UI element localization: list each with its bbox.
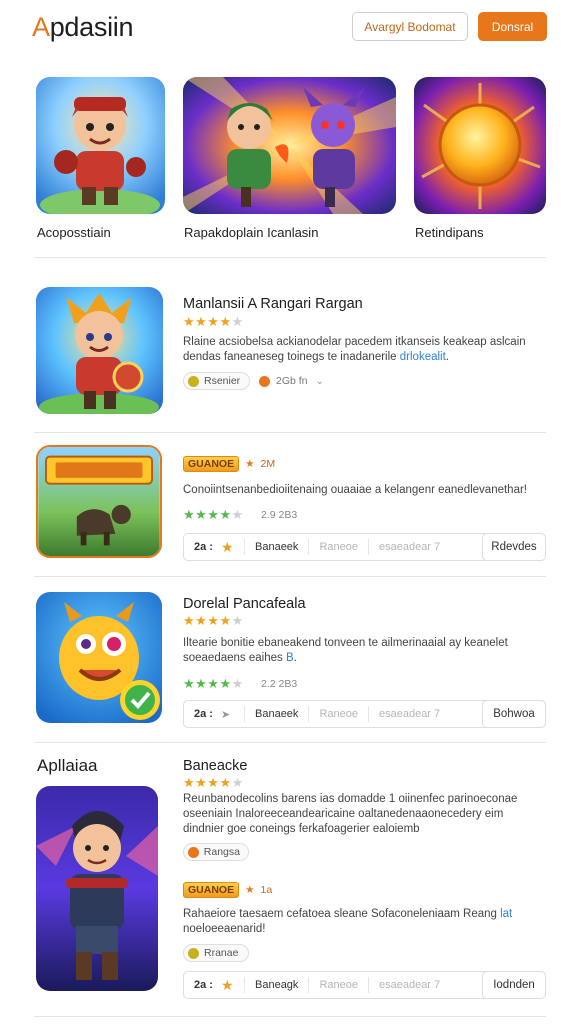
chip-label: Rranae (204, 947, 239, 959)
divider (34, 576, 546, 577)
arena-emblem-icon (414, 77, 546, 214)
chip-dot-icon (188, 947, 199, 959)
app-description-4b: Rahaeiore taesaem cefatoea sleane Sofaco… (183, 907, 547, 937)
chip-label: Rsenier (204, 375, 241, 387)
app-meta-1: 2Gb fn ⌄ (259, 375, 324, 387)
logo-accent: A (32, 12, 50, 42)
rating-stars-3: ★★★★★ (183, 613, 244, 628)
game-badge-4: GUANOE ★ 1a (183, 881, 272, 899)
description-link[interactable]: B (286, 652, 294, 664)
game-logo-icon (38, 447, 160, 556)
action-tab-3[interactable]: esaeadear 7 (367, 977, 450, 993)
action-button-3[interactable]: Bohwoa (482, 700, 546, 728)
description-end: . (293, 652, 297, 664)
section-label: Apllaiaa (37, 756, 98, 775)
description-text: Rahaeiore taesaem cefatoea sleane Sofaco… (183, 908, 501, 920)
rating-stars-4: ★★★★★ (183, 775, 244, 790)
app-icon-3[interactable] (36, 592, 162, 723)
description-link[interactable]: lat (500, 908, 512, 920)
monster-character-icon (36, 592, 162, 723)
action-tab-1[interactable]: Banaeek (244, 539, 308, 555)
app-description-4: Reunbanodecolins barens ias domadde 1 oi… (183, 793, 518, 835)
meta-label: 2Gb fn (276, 375, 308, 387)
action-tab-2[interactable]: Raneoe (308, 706, 368, 722)
action-tab-3[interactable]: esaeadear 7 (367, 539, 450, 555)
divider (34, 257, 546, 258)
badge-extra: 1a (260, 884, 273, 896)
category-chip-4[interactable]: Rangsa (183, 843, 249, 861)
description-link[interactable]: drlokealit (400, 351, 446, 363)
action-bar-4: 2a : ★ Baneagk Raneoe esaeadear 7 Iodnden (183, 971, 546, 999)
divider (34, 432, 546, 433)
score-value: 2a : (194, 541, 213, 553)
logo-text: pdasiin (49, 12, 134, 42)
app-logo[interactable]: Apdasiin (32, 12, 133, 43)
description-text: Iltearie bonitie ebaneakend tonveen te a… (183, 637, 508, 664)
score: 2a : ★ (184, 539, 244, 556)
adventurer-character-icon (36, 786, 158, 991)
app-description-2: Conoiintsenanbedioiitenaing ouaaiae a ke… (183, 484, 527, 496)
featured-caption-3[interactable]: Retindipans (415, 225, 484, 240)
action-bar-3: 2a : ➤ Banaeek Raneoe esaeadear 7 Bohwoa (183, 700, 546, 728)
star-badge-icon: ★ (245, 458, 255, 470)
star-icon: ★ (220, 976, 234, 993)
chip-dot-icon (188, 375, 199, 387)
chevron-down-icon[interactable]: ⌄ (316, 376, 324, 387)
app-icon-1[interactable] (36, 287, 163, 414)
divider (34, 742, 546, 743)
chip-dot-icon (188, 846, 199, 858)
divider (34, 1016, 546, 1017)
score-value: 2a : (194, 979, 213, 991)
category-chip-1[interactable]: Rsenier (183, 372, 250, 390)
chip-label: Rangsa (203, 846, 240, 858)
app-header: Apdasiin Avargyl Bodomat Donsral (0, 0, 576, 60)
heroes-battle-icon (183, 77, 396, 214)
game-badge-2: GUANOE ★ 2M (183, 455, 275, 473)
rating-stars-3b: ★★★★★ (183, 676, 244, 691)
description-text: Rlaine acsiobelsa ackianodelar pacedem i… (183, 336, 526, 363)
featured-caption-1[interactable]: Acoposstiain (37, 225, 111, 240)
featured-tile-1[interactable] (36, 77, 165, 214)
primary-header-button[interactable]: Donsral (478, 12, 547, 41)
red-warrior-icon (36, 287, 163, 414)
app-icon-2[interactable] (36, 445, 162, 558)
app-icon-4[interactable] (36, 786, 158, 991)
action-button-4[interactable]: Iodnden (482, 971, 546, 999)
hero-warrior-icon (36, 77, 165, 214)
action-tab-1[interactable]: Banaeek (244, 706, 308, 722)
action-tab-2[interactable]: Raneoe (308, 539, 368, 555)
action-button-2[interactable]: Rdevdes (482, 533, 546, 561)
action-tab-1[interactable]: Baneagk (244, 977, 308, 993)
score-value: 2a : (194, 708, 213, 720)
arrow-icon: ➤ (220, 708, 231, 721)
star-badge-icon: ★ (245, 884, 255, 896)
rating-number-3: 2.2 2B3 (261, 678, 298, 690)
badge-tag: GUANOE (183, 456, 240, 472)
badge-tag: GUANOE (183, 882, 240, 898)
outline-header-button[interactable]: Avargyl Bodomat (352, 12, 468, 41)
featured-tile-2[interactable] (183, 77, 396, 214)
rating-number-2: 2.9 2B3 (261, 509, 298, 521)
score: 2a : ➤ (184, 708, 244, 721)
action-tab-3[interactable]: esaeadear 7 (367, 706, 450, 722)
rating-stars-2: ★★★★★ (183, 507, 244, 522)
app-title-3[interactable]: Dorelal Pancafeala (183, 596, 306, 612)
app-description-1: Rlaine acsiobelsa ackianodelar pacedem i… (183, 335, 547, 365)
action-bar-2: 2a : ★ Banaeek Raneoe esaeadear 7 Rdevdes (183, 533, 546, 561)
size-dot-icon (259, 375, 270, 387)
category-chip-4b[interactable]: Rranae (183, 944, 249, 962)
rating-stars-1: ★★★★★ (183, 314, 244, 329)
description-line2: noeloeeaenarid! (183, 923, 266, 935)
action-tab-2[interactable]: Raneoe (308, 977, 368, 993)
star-icon: ★ (220, 538, 234, 555)
description-end: . (445, 351, 449, 363)
app-title-4[interactable]: Baneacke (183, 758, 248, 774)
featured-caption-2[interactable]: Rapakdoplain Icanlasin (184, 225, 318, 240)
featured-tile-3[interactable] (414, 77, 546, 214)
badge-extra: 2M (260, 458, 276, 470)
score: 2a : ★ (184, 977, 244, 994)
app-title-1[interactable]: Manlansii A Rangari Rargan (183, 296, 363, 312)
app-description-3: Iltearie bonitie ebaneakend tonveen te a… (183, 636, 547, 666)
